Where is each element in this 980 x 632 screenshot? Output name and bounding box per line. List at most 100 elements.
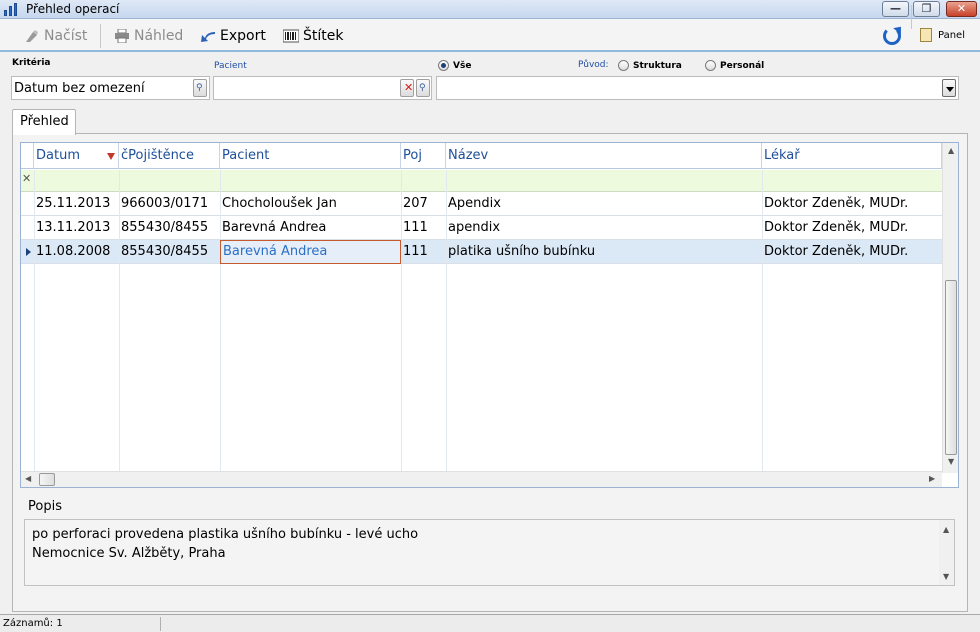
cell-pacient[interactable]: Barevná Andrea <box>222 220 326 235</box>
row-header-corner <box>21 143 34 169</box>
export-arrow-icon <box>200 29 216 43</box>
popis-line: Nemocnice Sv. Alžběty, Praha <box>32 546 226 561</box>
current-row-indicator-icon <box>26 248 31 256</box>
nahled-button[interactable]: Náhled <box>114 26 183 46</box>
date-filter-field[interactable]: Datum bez omezení ⚲ <box>11 76 210 100</box>
grid-vscroll-thumb[interactable] <box>945 280 957 455</box>
stitek-button[interactable]: Štítek <box>282 26 344 46</box>
patient-clear-button[interactable]: ✕ <box>400 79 414 97</box>
record-count: Záznamů: 1 <box>3 618 63 629</box>
chart-app-icon <box>3 2 19 16</box>
col-header-datum[interactable]: Datum <box>34 143 119 169</box>
restore-icon: ❐ <box>921 2 932 15</box>
magnifier-icon: ⚲ <box>419 83 426 93</box>
nacist-label: Načíst <box>44 28 88 44</box>
radio-vse[interactable]: Vše <box>438 60 471 71</box>
cell-nazev[interactable]: Apendix <box>448 196 501 211</box>
cell-poj[interactable]: 111 <box>403 220 428 235</box>
chevron-down-icon[interactable] <box>942 79 956 97</box>
title-bar: Přehled operací — ❐ ✕ <box>0 0 980 19</box>
load-icon <box>24 29 40 43</box>
scroll-up-icon[interactable]: ▲ <box>943 525 949 534</box>
cell-nazev[interactable]: apendix <box>448 220 500 235</box>
cell-nazev[interactable]: platika ušního bubínku <box>448 244 595 259</box>
popis-textarea[interactable]: po perforaci provedena plastika ušního b… <box>24 519 955 586</box>
cell-cpojistence[interactable]: 966003/0171 <box>121 196 208 211</box>
clear-x-icon: ✕ <box>404 81 414 94</box>
grid-hscroll-thumb[interactable] <box>39 473 55 486</box>
panel-label: Panel <box>938 29 965 41</box>
col-header-poj[interactable]: Poj <box>401 143 446 169</box>
minimize-icon: — <box>890 2 901 15</box>
patient-lookup-button[interactable]: ⚲ <box>416 79 430 97</box>
restore-button[interactable]: ❐ <box>913 1 940 17</box>
date-lookup-button[interactable]: ⚲ <box>193 79 207 97</box>
refresh-icon[interactable] <box>883 27 901 45</box>
popis-scrollbar[interactable]: ▲ ▼ <box>939 520 954 585</box>
cell-poj[interactable]: 207 <box>403 196 428 211</box>
cell-poj[interactable]: 111 <box>403 244 428 259</box>
close-icon: ✕ <box>956 2 967 15</box>
focused-cell[interactable]: Barevná Andrea <box>220 240 401 264</box>
radio-vse-label: Vše <box>453 60 472 71</box>
col-header-lekar[interactable]: Lékař <box>762 143 942 169</box>
operations-grid: Datum čPojištěnce Pacient Poj Název Léka… <box>20 142 959 488</box>
origin-combo[interactable] <box>436 76 959 100</box>
export-label: Export <box>220 28 266 44</box>
barcode-icon <box>282 29 300 43</box>
radio-struktura[interactable]: Struktura <box>618 60 682 71</box>
nacist-button[interactable]: Načíst <box>24 26 87 46</box>
puvod-label: Původ: <box>578 60 609 70</box>
cell-lekar[interactable]: Doktor Zdeněk, MUDr. <box>764 220 908 235</box>
popis-line: po perforaci provedena plastika ušního b… <box>32 527 419 542</box>
cell-pacient: Barevná Andrea <box>223 244 328 259</box>
toolbar: Načíst Náhled Export Štítek <box>0 19 980 52</box>
scroll-up-icon[interactable]: ▲ <box>948 146 954 155</box>
patient-field[interactable]: ✕ ⚲ <box>213 76 432 100</box>
cell-datum[interactable]: 11.08.2008 <box>36 244 110 259</box>
minimize-button[interactable]: — <box>882 1 909 17</box>
filter-clear-icon[interactable]: ✕ <box>22 172 31 185</box>
grid-divider <box>762 170 763 487</box>
cell-pacient[interactable]: Chocholoušek Jan <box>222 196 337 211</box>
grid-divider <box>220 170 221 487</box>
cell-cpojistence[interactable]: 855430/8455 <box>121 220 208 235</box>
col-header-cpojistence[interactable]: čPojištěnce <box>119 143 220 169</box>
scroll-right-icon[interactable]: ▶ <box>929 474 935 483</box>
printer-icon <box>114 28 130 44</box>
window-title: Přehled operací <box>26 2 120 16</box>
filter-row[interactable]: ✕ <box>21 170 942 192</box>
scroll-left-icon[interactable]: ◀ <box>25 474 31 483</box>
col-header-pacient[interactable]: Pacient <box>220 143 401 169</box>
toolbar-divider-right <box>911 5 912 29</box>
radio-personal[interactable]: Personál <box>705 60 764 71</box>
popis-label: Popis <box>28 499 62 514</box>
grid-divider <box>34 170 35 487</box>
cell-lekar[interactable]: Doktor Zdeněk, MUDr. <box>764 196 908 211</box>
criteria-label: Kritéria <box>12 58 51 68</box>
sort-desc-icon <box>107 153 115 160</box>
grid-horizontal-scrollbar[interactable]: ◀ ▶ <box>21 471 942 487</box>
status-bar: Záznamů: 1 <box>0 614 980 632</box>
panel-icon <box>920 28 932 42</box>
scroll-down-icon[interactable]: ▼ <box>943 572 949 581</box>
tab-prehled[interactable]: Přehled <box>12 109 76 135</box>
cell-cpojistence[interactable]: 855430/8455 <box>121 244 208 259</box>
cell-lekar[interactable]: Doktor Zdeněk, MUDr. <box>764 244 908 259</box>
cell-datum[interactable]: 13.11.2013 <box>36 220 110 235</box>
col-header-nazev[interactable]: Název <box>446 143 762 169</box>
close-button[interactable]: ✕ <box>946 1 977 17</box>
radio-vse-dot <box>438 60 449 71</box>
magnifier-icon: ⚲ <box>196 83 203 93</box>
export-button[interactable]: Export <box>200 26 266 46</box>
radio-personal-dot <box>705 60 716 71</box>
grid-vertical-scrollbar[interactable]: ▲ ▼ <box>942 143 958 473</box>
grid-divider <box>119 170 120 487</box>
cell-datum[interactable]: 25.11.2013 <box>36 196 110 211</box>
scroll-down-icon[interactable]: ▼ <box>948 457 954 466</box>
stitek-label: Štítek <box>303 28 344 44</box>
grid-divider <box>401 170 402 487</box>
panel-button[interactable]: Panel <box>920 27 965 43</box>
date-filter-value: Datum bez omezení <box>14 81 145 96</box>
toolbar-divider <box>100 24 101 48</box>
